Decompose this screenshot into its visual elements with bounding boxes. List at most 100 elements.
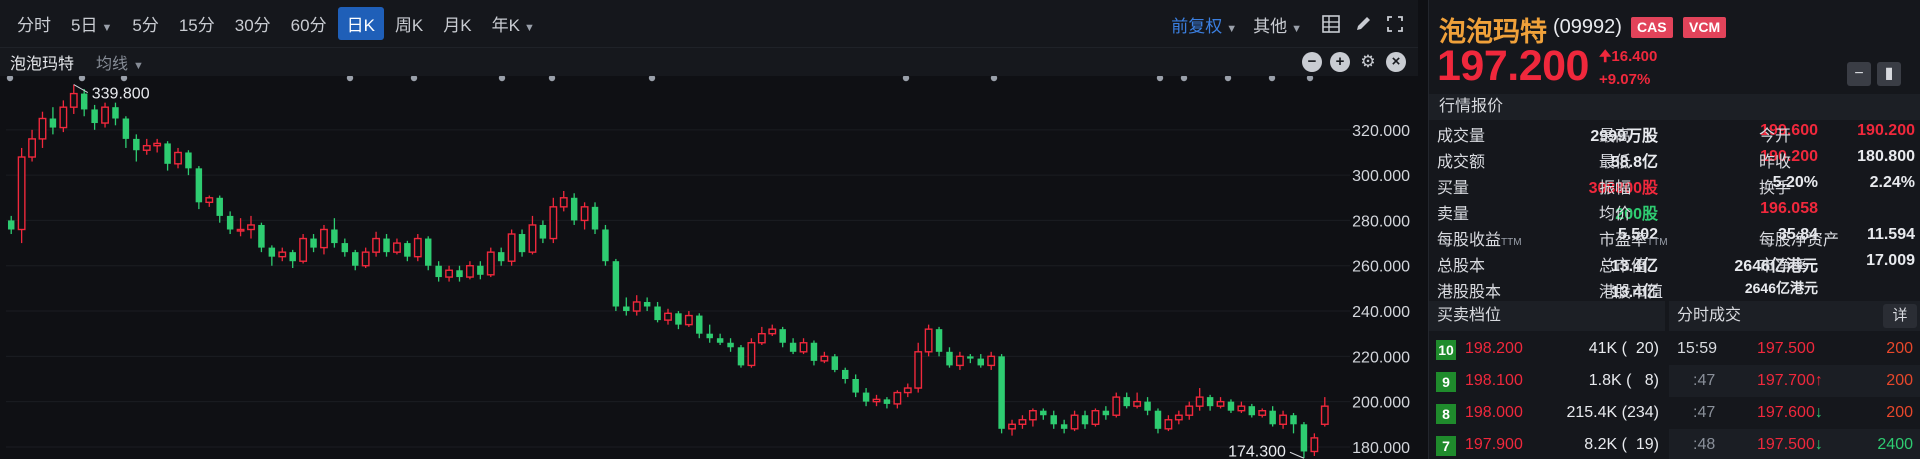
quote-panel: 泡泡玛特 (09992) CAS VCM 197.200 🠉16.400 +9.… bbox=[1428, 0, 1920, 459]
order-book-row[interactable]: 9 198.100 1.8K ( 8) bbox=[1429, 365, 1665, 397]
candle-body bbox=[935, 329, 943, 352]
candle[interactable] bbox=[424, 236, 432, 271]
tab-period-4[interactable]: 30分 bbox=[226, 7, 280, 40]
price-change-value: 16.400 bbox=[1611, 48, 1658, 65]
candle-body bbox=[591, 206, 599, 230]
tab-period-9[interactable]: 年K ▼ bbox=[483, 7, 544, 40]
order-book-row[interactable]: 10 198.200 41K ( 20) bbox=[1429, 333, 1665, 365]
candle[interactable] bbox=[924, 324, 933, 357]
arrow-down-icon: ↓ bbox=[1814, 404, 1823, 421]
candle[interactable] bbox=[299, 234, 308, 264]
y-tick-label: 200.000 bbox=[1352, 395, 1410, 412]
trade-price-cell: 197.500↓ bbox=[1757, 429, 1823, 459]
candle-body bbox=[226, 215, 234, 230]
candle-body bbox=[28, 138, 36, 158]
toolbar-right: 前复权 ▼ 其他 ▼ bbox=[1163, 0, 1406, 48]
adjust-label: 前复权 bbox=[1171, 16, 1223, 36]
order-book-row[interactable]: 7 197.900 8.2K ( 19) bbox=[1429, 429, 1665, 459]
candle[interactable] bbox=[413, 234, 422, 262]
alert-bell-icon[interactable]: ▮ bbox=[1877, 62, 1901, 86]
candle-body bbox=[852, 378, 859, 393]
tab-label: 60分 bbox=[290, 16, 327, 35]
candle[interactable] bbox=[602, 224, 609, 266]
expand-icon[interactable] bbox=[1384, 13, 1406, 35]
candle-body bbox=[757, 332, 766, 344]
quote-row: 买量 308800股 振幅 5.20% 换手 2.24% bbox=[1429, 174, 1920, 199]
quote-label: 换手 bbox=[1759, 174, 1791, 198]
tab-period-6[interactable]: 日K bbox=[337, 7, 384, 40]
quote-label-text: 港股市值 bbox=[1599, 284, 1664, 301]
quote-row: 每股收益TTM 5.502 市盈率TTM 35.84 每股净资产 11.594 bbox=[1429, 226, 1920, 251]
candle-body bbox=[1008, 423, 1016, 430]
trade-volume: 200 bbox=[1886, 404, 1913, 421]
y-tick-label: 320.000 bbox=[1352, 123, 1410, 140]
trade-price: 197.500 bbox=[1757, 340, 1815, 357]
level-badge: 8 bbox=[1436, 404, 1456, 424]
candlestick-chart[interactable]: 320.000 300.000 280.000 260.000 240.000 220.0… bbox=[0, 76, 1418, 459]
detail-button[interactable]: 详 bbox=[1883, 304, 1917, 328]
order-book-row[interactable]: 8 198.000 215.4K (234) bbox=[1429, 397, 1665, 429]
candle-body bbox=[946, 351, 953, 366]
candle-body bbox=[706, 333, 713, 339]
quote-label-text: 振幅 bbox=[1599, 180, 1632, 197]
candle[interactable] bbox=[747, 338, 756, 368]
tab-period-3[interactable]: 15分 bbox=[170, 7, 224, 40]
quote-label: 每股收益TTM bbox=[1437, 226, 1522, 250]
candle[interactable] bbox=[507, 229, 516, 266]
adjust-dropdown[interactable]: 前复权 ▼ bbox=[1163, 8, 1245, 41]
tab-period-5[interactable]: 60分 bbox=[282, 7, 336, 40]
quote-value: 17.009 bbox=[1866, 252, 1915, 269]
candle-body bbox=[1028, 409, 1037, 421]
tab-period-7[interactable]: 周K bbox=[386, 7, 432, 40]
candle[interactable] bbox=[998, 354, 1005, 434]
candle[interactable] bbox=[570, 193, 578, 225]
tab-period-1[interactable]: 5日 ▼ bbox=[62, 7, 121, 40]
stock-header: 泡泡玛特 (09992) CAS VCM 197.200 🠉16.400 +9.… bbox=[1429, 0, 1920, 96]
quote-label-text: 每股净资产 bbox=[1759, 232, 1840, 249]
tab-period-0[interactable]: 分时 bbox=[8, 7, 60, 40]
quote-label-text: 每股收益 bbox=[1437, 232, 1502, 249]
candle-body bbox=[38, 117, 47, 140]
candle-body bbox=[1206, 397, 1214, 407]
candle-body bbox=[101, 106, 109, 124]
candle-body bbox=[1320, 405, 1329, 425]
level-badge: 7 bbox=[1436, 436, 1456, 456]
candle[interactable] bbox=[486, 247, 495, 278]
quote-label-text: 买量 bbox=[1437, 180, 1470, 197]
zoom-in-icon[interactable]: + bbox=[1330, 52, 1350, 72]
quote-row: 港股股本 13.4亿 港股市值 2646亿港元 bbox=[1429, 278, 1920, 303]
candle-body bbox=[247, 224, 255, 231]
candle-body bbox=[570, 197, 578, 221]
candle[interactable] bbox=[1091, 408, 1100, 427]
tab-period-8[interactable]: 月K bbox=[434, 7, 480, 40]
candle-body bbox=[977, 358, 984, 366]
ma-label: 均线 bbox=[96, 56, 129, 73]
candle-body bbox=[236, 228, 245, 232]
candle[interactable] bbox=[591, 202, 599, 235]
ma-dropdown[interactable]: 均线 ▼ bbox=[96, 50, 144, 74]
candle-body bbox=[289, 252, 296, 262]
pen-icon[interactable] bbox=[1352, 13, 1374, 35]
trade-ticker-title: 分时成交 bbox=[1677, 307, 1742, 324]
candle-body bbox=[393, 242, 401, 253]
candle-body bbox=[1040, 410, 1047, 416]
candle[interactable] bbox=[737, 345, 745, 368]
quote-label: 总股本 bbox=[1437, 252, 1485, 276]
other-dropdown[interactable]: 其他 ▼ bbox=[1245, 8, 1310, 41]
trade-ticker-header: 分时成交 详 bbox=[1669, 301, 1920, 331]
candle[interactable] bbox=[831, 354, 839, 373]
app-root: 分时 5日 ▼ 5分 15分 30分 60分 日K 周K 月K 年K ▼ 前复权 ▼ 其他 ▼ bbox=[0, 0, 1920, 459]
tab-period-2[interactable]: 5分 bbox=[123, 7, 167, 40]
settings-icon[interactable]: ⚙ bbox=[1358, 52, 1378, 72]
candle-body bbox=[1216, 400, 1225, 407]
minimize-button[interactable]: − bbox=[1847, 62, 1871, 86]
grid-icon[interactable] bbox=[1320, 13, 1342, 35]
candle-body bbox=[883, 399, 891, 404]
close-icon[interactable]: × bbox=[1386, 52, 1406, 72]
quote-label: 最高 bbox=[1599, 122, 1631, 146]
candle-body bbox=[7, 220, 15, 230]
chevron-down-icon: ▼ bbox=[101, 22, 113, 34]
zoom-out-icon[interactable]: − bbox=[1302, 52, 1322, 72]
candle[interactable] bbox=[17, 147, 26, 244]
candle[interactable] bbox=[612, 258, 620, 312]
